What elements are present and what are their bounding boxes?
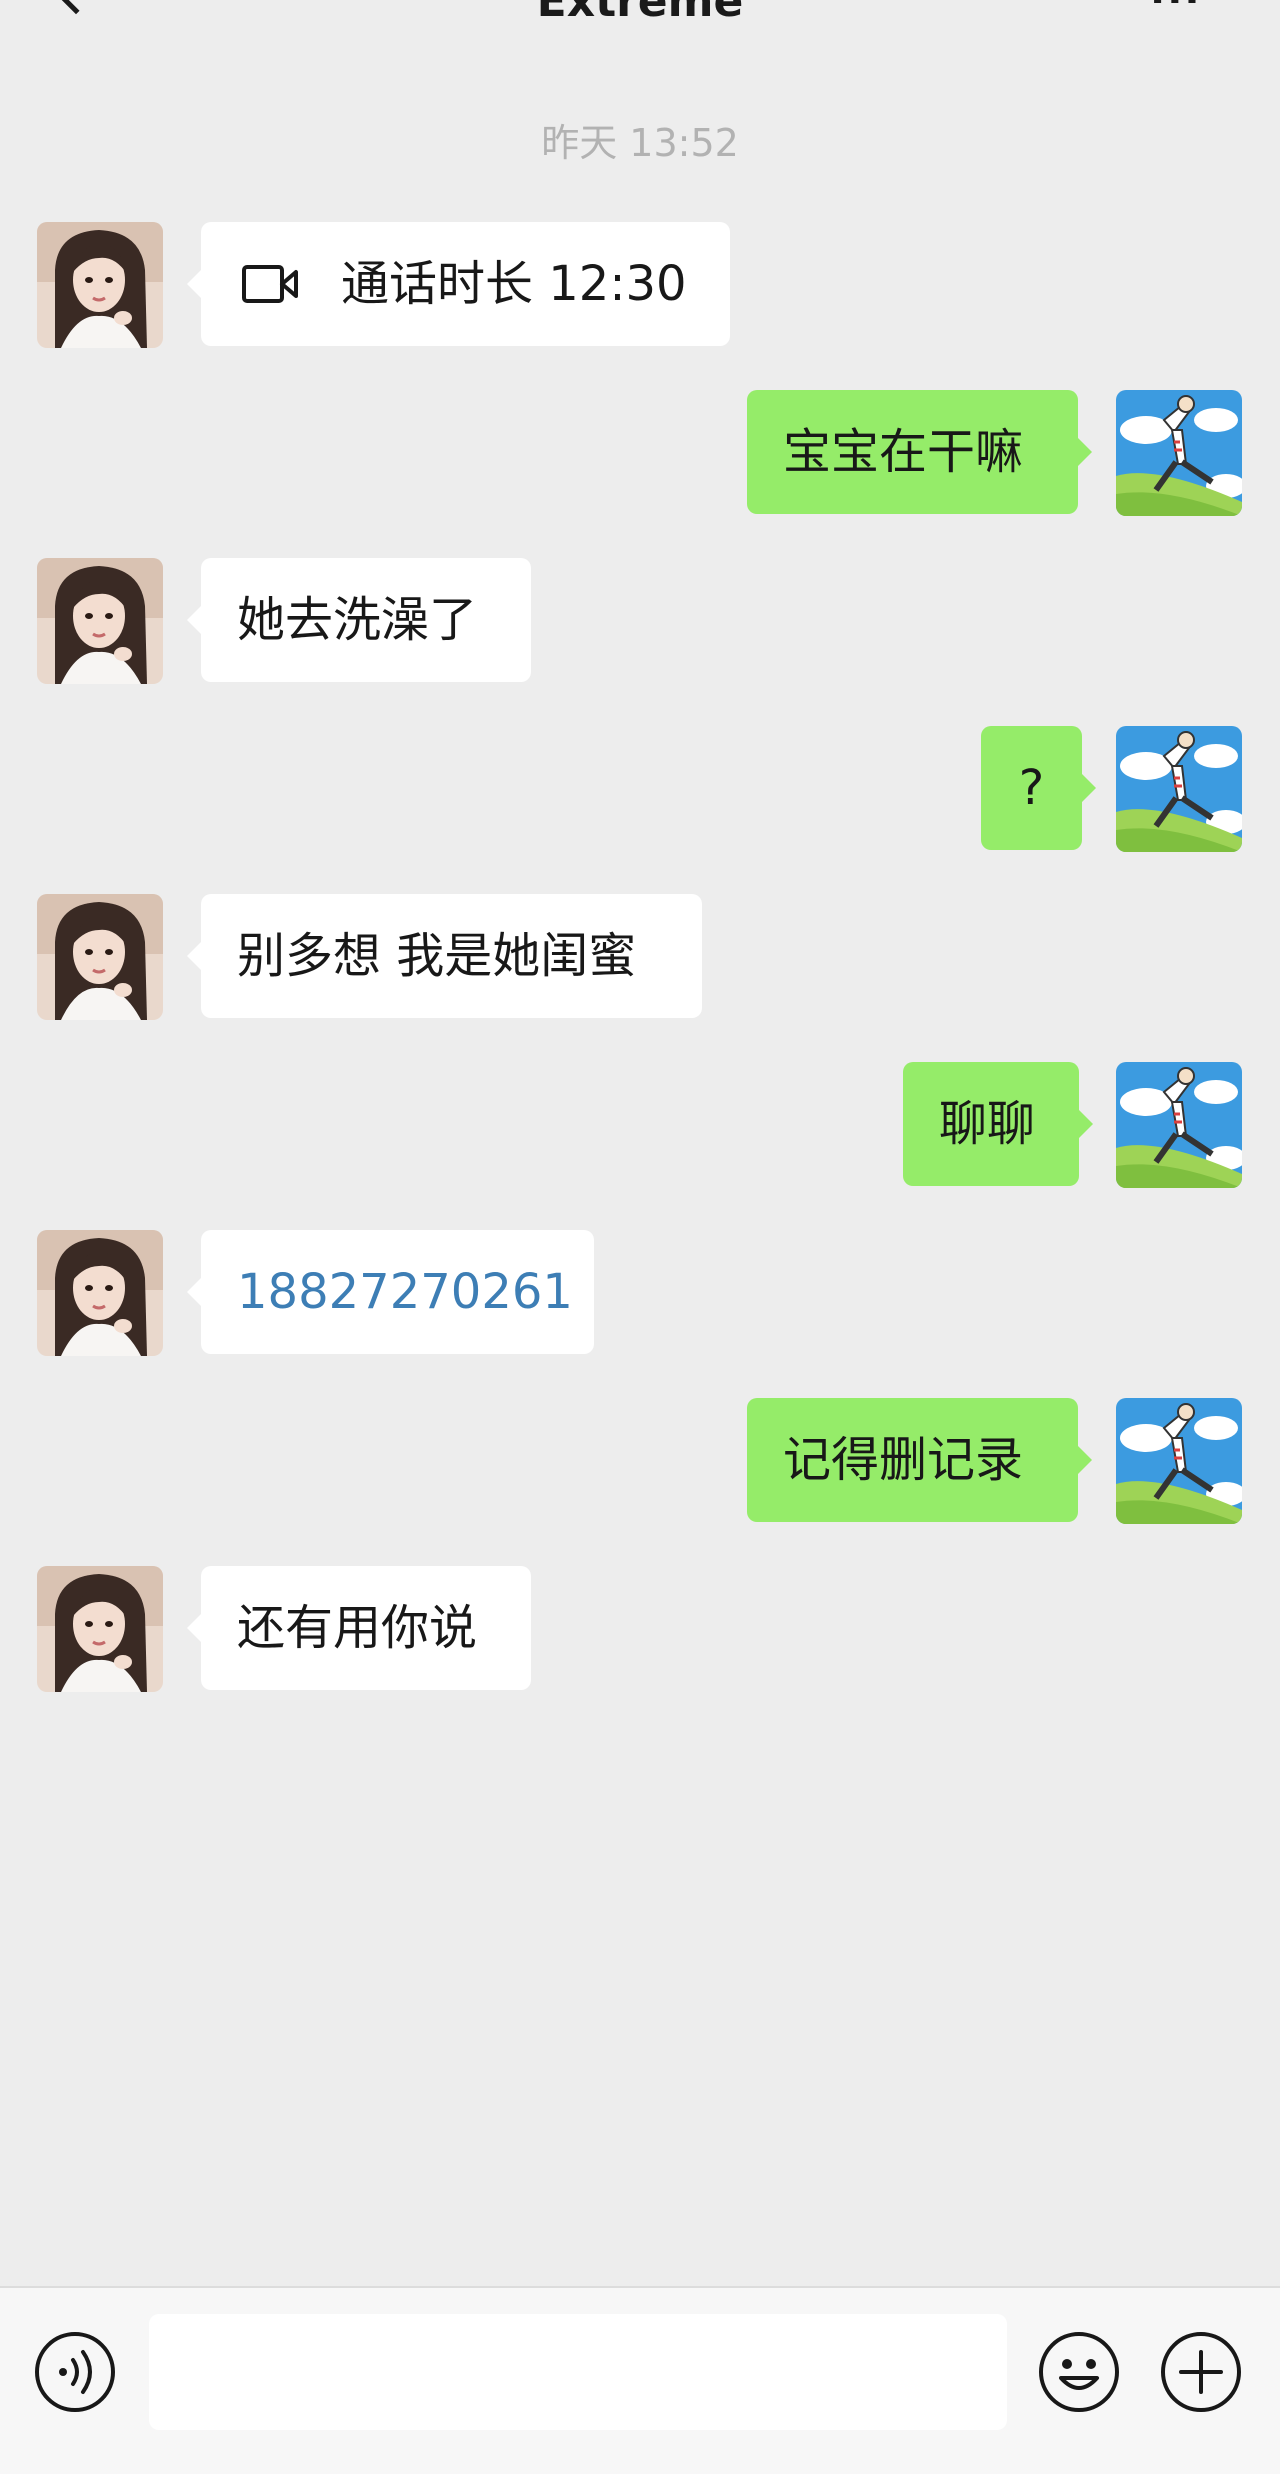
my-avatar[interactable] [1116, 1062, 1242, 1188]
my-avatar[interactable] [1116, 390, 1242, 516]
outgoing-message[interactable]: ? [981, 726, 1096, 850]
video-camera-icon [242, 265, 298, 303]
contact-avatar[interactable] [37, 222, 163, 348]
incoming-message[interactable]: 别多想 我是她闺蜜 [187, 894, 702, 1018]
phone-number-link[interactable]: 18827270261 [237, 1264, 573, 1320]
message-input[interactable] [149, 2314, 1007, 2430]
contact-avatar[interactable] [37, 1230, 163, 1356]
input-bar [0, 2286, 1280, 2474]
incoming-message: 18827270261 [187, 1230, 594, 1354]
plus-icon[interactable] [1159, 2330, 1243, 2414]
ellipsis-icon[interactable]: ··· [1150, 0, 1202, 20]
outgoing-message[interactable]: 记得删记录 [747, 1398, 1092, 1522]
my-avatar[interactable] [1116, 1398, 1242, 1524]
chat-title: Extreme [536, 0, 744, 27]
call-duration-text: 通话时长 12:30 [341, 256, 687, 312]
voice-icon[interactable] [33, 2330, 117, 2414]
outgoing-message[interactable]: 聊聊 [903, 1062, 1093, 1186]
video-call-message[interactable]: 通话时长 12:30 [187, 222, 730, 346]
contact-avatar[interactable] [37, 894, 163, 1020]
incoming-message[interactable]: 她去洗澡了 [187, 558, 531, 682]
contact-avatar[interactable] [37, 558, 163, 684]
nav-bar: Extreme ··· [0, 0, 1280, 40]
incoming-message[interactable]: 还有用你说 [187, 1566, 531, 1690]
message-timestamp: 昨天 13:52 [541, 121, 739, 165]
my-avatar[interactable] [1116, 726, 1242, 852]
emoji-icon[interactable] [1037, 2330, 1121, 2414]
contact-avatar[interactable] [37, 1566, 163, 1692]
outgoing-message[interactable]: 宝宝在干嘛 [747, 390, 1092, 514]
